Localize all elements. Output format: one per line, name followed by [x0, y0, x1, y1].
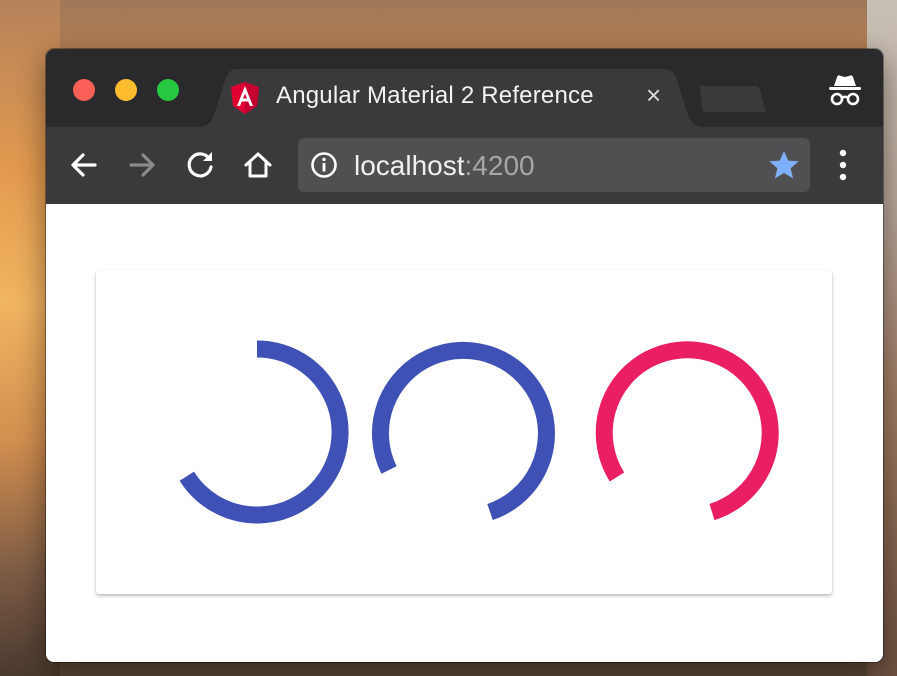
title-bar: Angular Material 2 Reference × [46, 49, 883, 127]
home-icon[interactable] [240, 147, 276, 183]
progress-spinner-primary-1 [179, 340, 349, 524]
info-icon[interactable] [310, 151, 338, 179]
tab-title: Angular Material 2 Reference [276, 82, 594, 109]
address-bar[interactable]: localhost:4200 [298, 138, 810, 192]
reload-icon[interactable] [182, 147, 218, 183]
more-vertical-icon[interactable] [833, 145, 853, 185]
card [96, 270, 832, 594]
star-icon[interactable] [768, 149, 800, 181]
forward-arrow-icon[interactable] [124, 147, 160, 183]
url-port: :4200 [464, 150, 535, 181]
tab-active[interactable]: Angular Material 2 Reference × [196, 69, 706, 127]
new-tab-button[interactable] [696, 84, 768, 114]
maximize-window-button[interactable] [157, 79, 179, 101]
close-window-button[interactable] [73, 79, 95, 101]
back-arrow-icon[interactable] [66, 147, 102, 183]
url-host: localhost [354, 150, 465, 181]
tab-close-icon[interactable]: × [646, 82, 661, 108]
progress-spinner-accent [595, 341, 779, 521]
angular-logo-icon [231, 82, 259, 114]
browser-window: Angular Material 2 Reference × localhost… [46, 49, 883, 662]
browser-toolbar: localhost:4200 [46, 127, 883, 205]
minimize-window-button[interactable] [115, 79, 137, 101]
page-content [46, 204, 883, 662]
progress-spinner-primary-2 [371, 341, 555, 521]
url-text[interactable]: localhost:4200 [354, 150, 535, 182]
incognito-icon [829, 75, 861, 106]
